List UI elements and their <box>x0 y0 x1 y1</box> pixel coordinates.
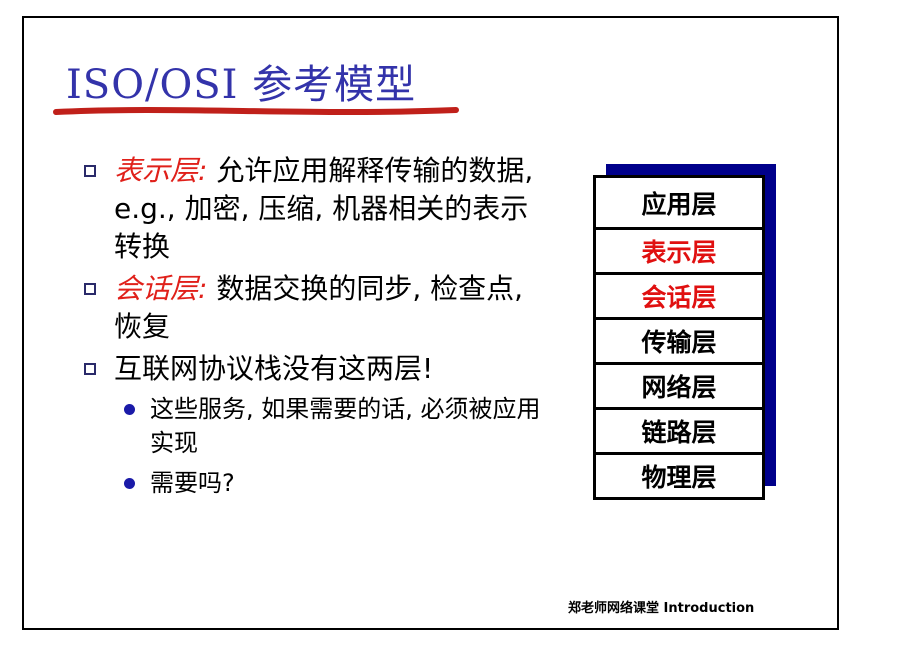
layer-application: 应用层 <box>593 175 765 230</box>
square-bullet-icon <box>84 363 96 375</box>
bullet-term: 表示层: <box>114 154 208 187</box>
layer-physical: 物理层 <box>593 455 765 500</box>
round-bullet-icon <box>124 478 135 489</box>
bullet-text: 互联网协议栈没有这两层! <box>114 352 434 385</box>
sub-bullet-services: 这些服务, 如果需要的话, 必须被应用实现 <box>122 392 544 460</box>
layer-transport: 传输层 <box>593 320 765 365</box>
layer-session: 会话层 <box>593 275 765 320</box>
bullet-presentation: 表示层: 允许应用解释传输的数据, e.g., 加密, 压缩, 机器相关的表示转… <box>84 152 544 266</box>
bullet-session: 会话层: 数据交换的同步, 检查点, 恢复 <box>84 270 544 346</box>
round-bullet-icon <box>124 404 135 415</box>
bullet-list: 表示层: 允许应用解释传输的数据, e.g., 加密, 压缩, 机器相关的表示转… <box>84 152 544 506</box>
bullet-internet-stack: 互联网协议栈没有这两层! <box>84 350 544 388</box>
sub-bullet-text: 这些服务, 如果需要的话, 必须被应用实现 <box>150 395 541 457</box>
slide-footer: 郑老师网络课堂 Introduction <box>568 601 755 616</box>
title-underline <box>53 107 459 115</box>
layer-link: 链路层 <box>593 410 765 455</box>
bullet-term: 会话层: <box>114 272 208 305</box>
sub-bullet-text: 需要吗? <box>150 469 235 497</box>
square-bullet-icon <box>84 283 96 295</box>
layer-network: 网络层 <box>593 365 765 410</box>
osi-layer-stack: 应用层 表示层 会话层 传输层 网络层 链路层 物理层 <box>593 175 765 500</box>
layer-presentation: 表示层 <box>593 230 765 275</box>
sub-bullet-needed: 需要吗? <box>122 466 544 500</box>
square-bullet-icon <box>84 165 96 177</box>
